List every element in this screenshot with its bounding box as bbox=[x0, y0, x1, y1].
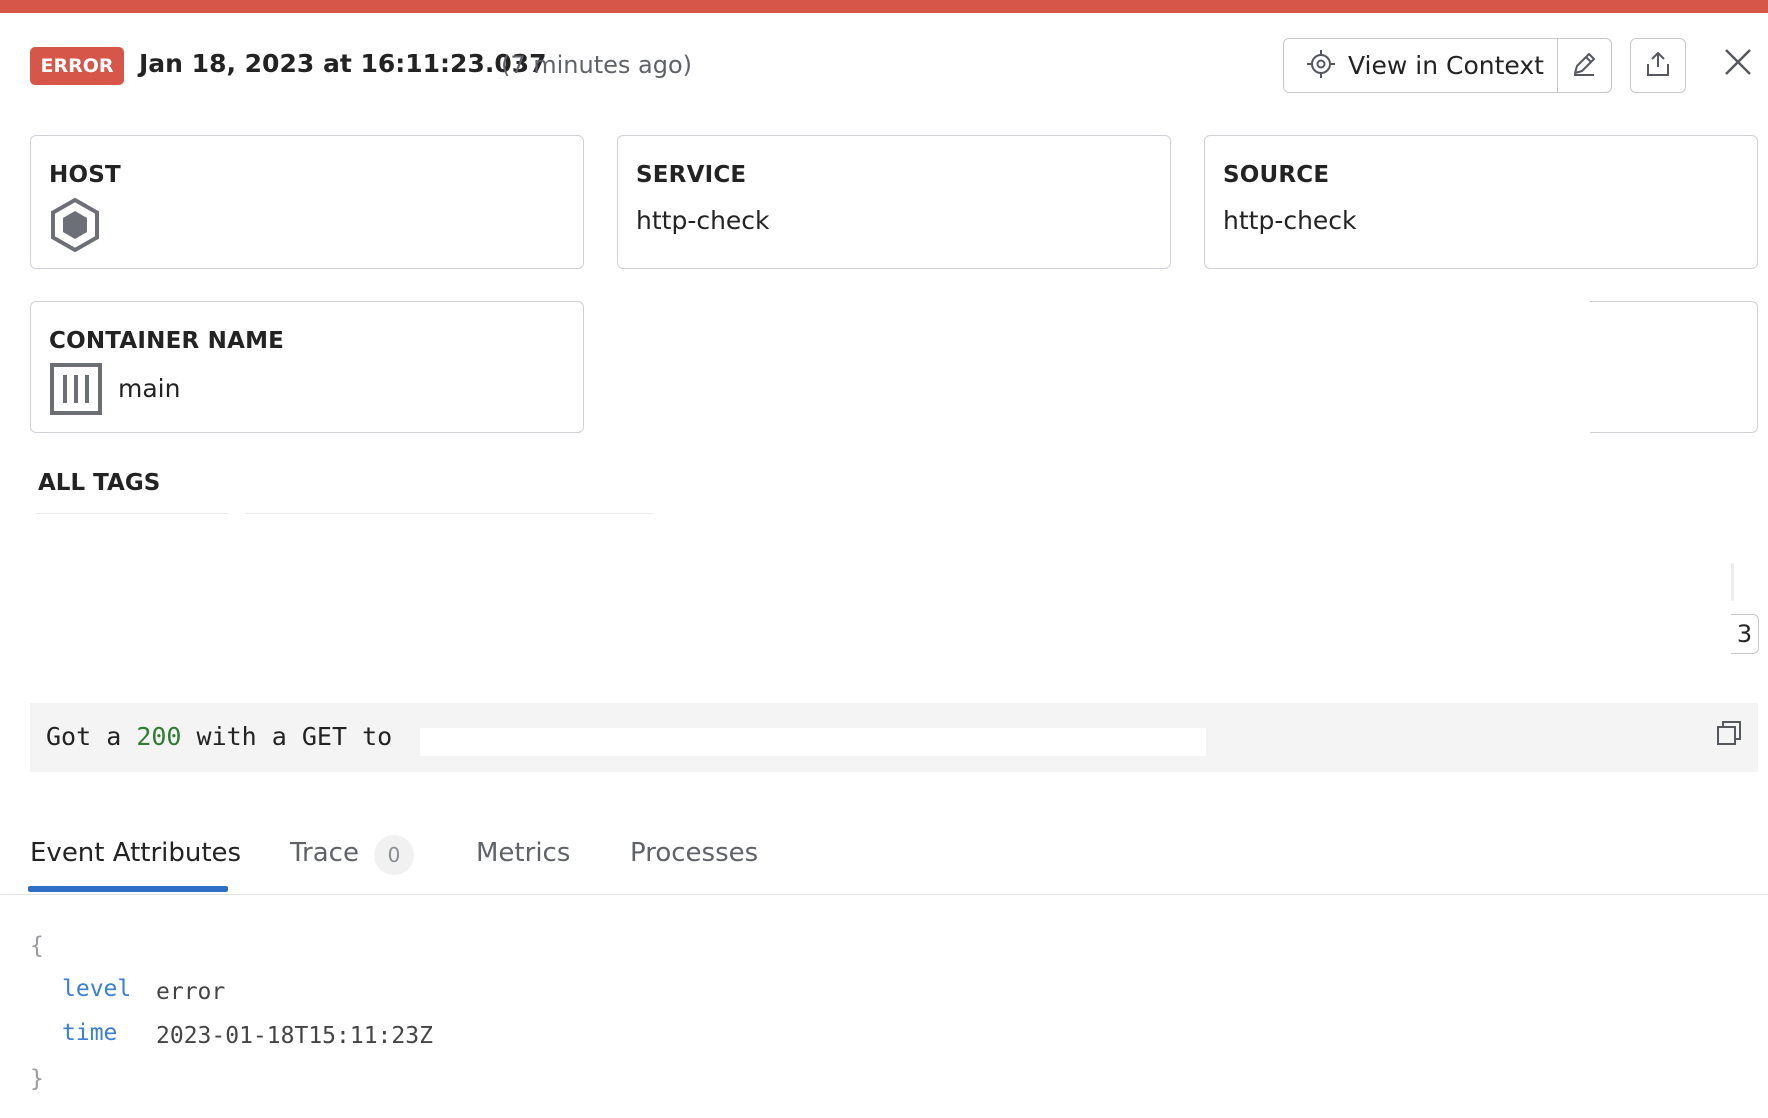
tab-processes[interactable]: Processes bbox=[630, 838, 758, 868]
status-badge: ERROR bbox=[30, 47, 124, 85]
edit-button[interactable] bbox=[1556, 39, 1611, 92]
source-card[interactable]: SOURCE http-check bbox=[1204, 135, 1758, 269]
all-tags-title: ALL TAGS bbox=[38, 470, 161, 496]
container-card[interactable]: CONTAINER NAME main bbox=[30, 301, 584, 433]
active-tab-indicator bbox=[28, 886, 228, 892]
tags-scrollbar[interactable] bbox=[1731, 563, 1734, 601]
attribute-value: 2023-01-18T15:11:23Z bbox=[156, 1023, 433, 1049]
tags-page-indicator[interactable]: 3 bbox=[1731, 614, 1759, 654]
relative-time: (7 minutes ago) bbox=[501, 51, 693, 79]
header-action-group: View in Context bbox=[1283, 38, 1612, 93]
crosshair-icon bbox=[1306, 49, 1336, 83]
attribute-key[interactable]: time bbox=[62, 1020, 117, 1046]
status-color-bar bbox=[0, 0, 1768, 13]
container-value: main bbox=[118, 374, 181, 403]
partial-card[interactable] bbox=[1590, 301, 1758, 433]
service-value: http-check bbox=[636, 206, 770, 235]
attribute-key[interactable]: level bbox=[62, 976, 131, 1002]
host-label: HOST bbox=[49, 162, 121, 188]
container-label: CONTAINER NAME bbox=[49, 328, 285, 354]
close-button[interactable] bbox=[1718, 44, 1758, 84]
copy-icon bbox=[1716, 720, 1742, 752]
event-timestamp: Jan 18, 2023 at 16:11:23.037 bbox=[139, 49, 547, 78]
json-open-brace: { bbox=[30, 933, 44, 959]
tag-placeholder bbox=[36, 513, 228, 514]
share-icon bbox=[1644, 50, 1672, 82]
detail-tabs: Event Attributes Trace Metrics Processes bbox=[0, 832, 1768, 895]
source-value: http-check bbox=[1223, 206, 1357, 235]
message-prefix: Got a bbox=[46, 722, 137, 751]
pencil-icon bbox=[1570, 50, 1598, 82]
log-message: Got a 200 with a GET to bbox=[30, 703, 1758, 772]
close-icon bbox=[1722, 46, 1754, 82]
tab-trace[interactable]: Trace bbox=[290, 838, 359, 868]
share-button[interactable] bbox=[1630, 38, 1686, 93]
container-icon bbox=[49, 362, 103, 420]
message-status-code: 200 bbox=[136, 722, 182, 751]
copy-button[interactable] bbox=[1712, 719, 1746, 753]
attribute-value: error bbox=[156, 979, 226, 1005]
json-close-brace: } bbox=[30, 1066, 44, 1092]
service-card[interactable]: SERVICE http-check bbox=[617, 135, 1171, 269]
service-label: SERVICE bbox=[636, 162, 747, 188]
message-suffix: with a GET to bbox=[181, 722, 408, 751]
view-in-context-label: View in Context bbox=[1348, 51, 1544, 80]
hexagon-host-icon bbox=[49, 197, 101, 257]
tab-event-attributes[interactable]: Event Attributes bbox=[30, 838, 241, 868]
message-text: Got a 200 with a GET to bbox=[46, 722, 407, 751]
trace-count-badge: 0 bbox=[374, 835, 414, 875]
redacted-url bbox=[420, 728, 1206, 756]
source-label: SOURCE bbox=[1223, 162, 1330, 188]
tab-metrics[interactable]: Metrics bbox=[476, 838, 570, 868]
host-card[interactable]: HOST bbox=[30, 135, 584, 269]
view-in-context-button[interactable]: View in Context bbox=[1284, 39, 1557, 92]
tag-placeholder bbox=[245, 513, 653, 514]
